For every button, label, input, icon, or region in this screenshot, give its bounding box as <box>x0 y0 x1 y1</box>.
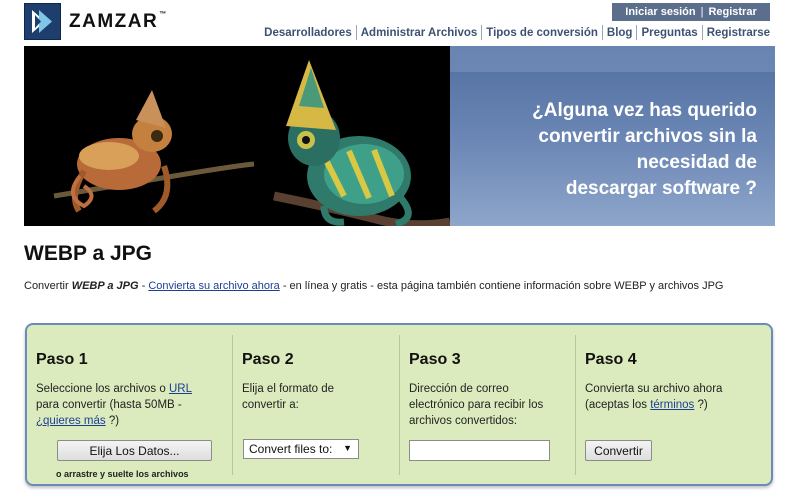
step-divider <box>232 335 233 475</box>
choose-files-button[interactable]: Elija Los Datos... <box>57 440 212 461</box>
terms-link[interactable]: términos <box>650 399 694 411</box>
step-2-title: Paso 2 <box>242 351 294 368</box>
nav-blog[interactable]: Blog <box>603 27 637 39</box>
page-description: Convertir WEBP a JPG - Convierta su arch… <box>24 280 724 292</box>
step-3: Paso 3 Dirección de correo electrónico p… <box>409 325 569 484</box>
step-3-text: Dirección de correo electrónico para rec… <box>409 383 544 427</box>
step-4-title: Paso 4 <box>585 351 637 368</box>
banner-line: convertir archivos sin la <box>538 126 757 147</box>
nav-faq[interactable]: Preguntas <box>637 27 701 39</box>
step-divider <box>399 335 400 475</box>
register-link[interactable]: Registrar <box>708 6 756 18</box>
banner-line: necesidad de <box>636 152 757 173</box>
banner-line: ¿Alguna vez has querido <box>532 100 757 121</box>
drag-drop-hint: o arrastre y suelte los archivos <box>56 469 189 479</box>
step-1: Paso 1 Seleccione los archivos o URL par… <box>36 325 232 484</box>
step-2: Paso 2 Elija el formato de convertir a: … <box>242 325 397 484</box>
nav-manage-files[interactable]: Administrar Archivos <box>357 27 482 39</box>
want-more-link[interactable]: ¿quieres más <box>36 415 106 427</box>
hero-banner: ¿Alguna vez has querido convertir archiv… <box>24 46 775 226</box>
nav-signup[interactable]: Registrarse <box>703 27 770 39</box>
step-1-text: Seleccione los archivos o URL para conve… <box>36 383 192 427</box>
nav-conversion-types[interactable]: Tipos de conversión <box>482 27 602 39</box>
url-link[interactable]: URL <box>169 383 192 395</box>
step-4-text: Convierta su archivo ahora (aceptas los … <box>585 383 723 411</box>
step-1-title: Paso 1 <box>36 351 88 368</box>
banner-message-panel: ¿Alguna vez has querido convertir archiv… <box>450 46 775 226</box>
step-4: Paso 4 Convierta su archivo ahora (acept… <box>585 325 765 484</box>
chameleon-image <box>24 46 450 226</box>
zamzar-logo-icon <box>24 3 61 40</box>
banner-stripe <box>450 46 775 72</box>
dropdown-arrow-icon: ▼ <box>343 443 352 453</box>
nav-developers[interactable]: Desarrolladores <box>264 27 356 39</box>
logo-text: ZAMZAR™ <box>69 10 168 32</box>
login-link[interactable]: Iniciar sesión <box>625 6 695 18</box>
convert-button[interactable]: Convertir <box>585 440 652 461</box>
step-divider <box>575 335 576 475</box>
step-3-title: Paso 3 <box>409 351 461 368</box>
auth-bar: Iniciar sesión | Registrar <box>612 3 770 21</box>
auth-separator: | <box>700 6 704 18</box>
conversion-steps-panel: Paso 1 Seleccione los archivos o URL par… <box>25 323 773 486</box>
step-2-text: Elija el formato de convertir a: <box>242 383 335 411</box>
page-title: WEBP a JPG <box>24 242 152 265</box>
convert-now-link[interactable]: Convierta su archivo ahora <box>148 280 279 292</box>
desc-conversion-name: WEBP a JPG <box>71 280 139 292</box>
banner-headline: ¿Alguna vez has querido convertir archiv… <box>457 98 757 202</box>
banner-line: descargar software ? <box>565 178 757 199</box>
zamzar-logo[interactable]: ZAMZAR™ <box>24 3 168 40</box>
format-select[interactable]: Convert files to: ▼ <box>243 439 359 459</box>
top-nav: Desarrolladores Administrar Archivos Tip… <box>264 25 770 40</box>
email-field[interactable] <box>409 440 550 461</box>
